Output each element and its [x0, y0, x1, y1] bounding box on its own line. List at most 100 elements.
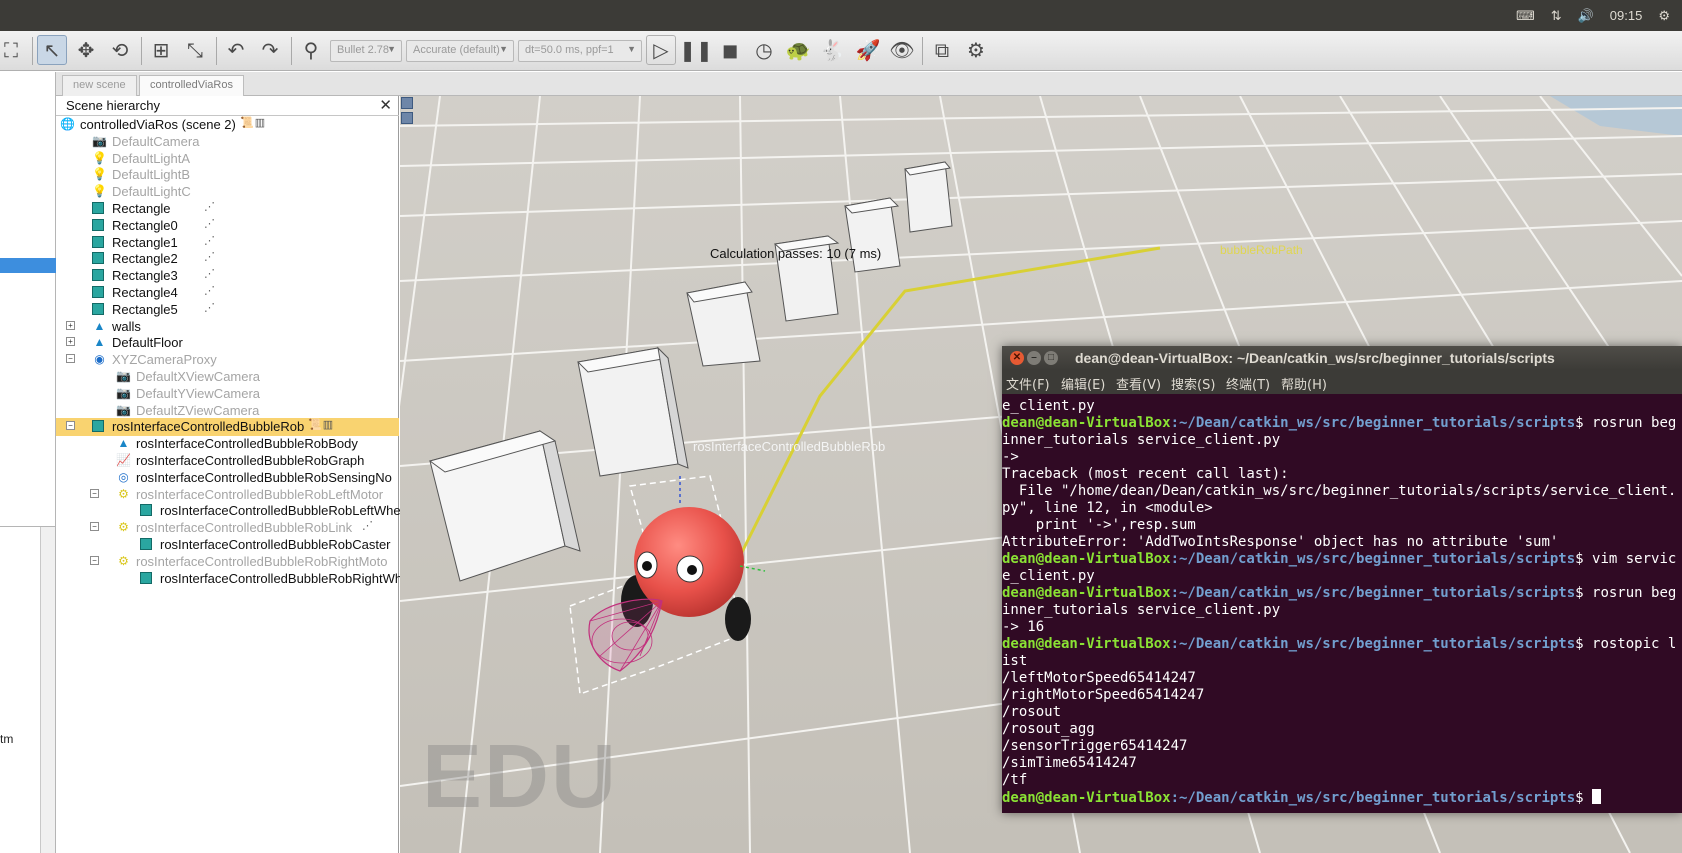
move-object-icon[interactable]: ✥ — [71, 35, 101, 65]
left-scrollbar[interactable] — [40, 527, 55, 853]
terminal-output-line: inner_tutorials service_client.py — [1002, 602, 1281, 618]
tree-item[interactable]: 📷 DefaultYViewCamera — [56, 385, 399, 403]
tree-item[interactable]: rosInterfaceControlledBubbleRobRightWh — [56, 570, 402, 588]
menu-view[interactable]: 查看(V) — [1116, 374, 1161, 393]
tree-item[interactable]: + ▲ walls — [56, 318, 399, 336]
tab-new-scene[interactable]: new scene — [62, 75, 137, 96]
keyboard-icon[interactable]: ⌨ — [1516, 8, 1535, 24]
menu-file[interactable]: 文件(F) — [1006, 374, 1050, 393]
assemble-icon[interactable]: ⊞ — [146, 35, 176, 65]
collapse-icon[interactable]: − — [66, 421, 75, 431]
tree-item[interactable]: − ⚙ rosInterfaceControlledBubbleRobRightMo… — [56, 553, 399, 571]
faster-rabbit-icon[interactable]: 🐇 — [817, 35, 847, 65]
collapse-icon[interactable]: − — [66, 354, 75, 364]
play-icon[interactable]: ▷ — [646, 35, 676, 65]
tree-item[interactable]: 💡 DefaultLightC — [56, 183, 399, 201]
page-selector-icon[interactable]: ⧉ — [927, 35, 957, 65]
tree-item[interactable]: 📷 DefaultXViewCamera — [56, 368, 399, 386]
child-script-icon[interactable]: ⋰ — [204, 301, 215, 314]
tree-item[interactable]: − ⚙ rosInterfaceControlledBubbleRobLeftMot… — [56, 486, 399, 504]
tree-item[interactable]: Rectangle0 ⋰ — [56, 217, 399, 235]
menu-terminal[interactable]: 终端(T) — [1226, 374, 1270, 393]
close-icon[interactable]: ✕ — [1010, 351, 1024, 365]
tree-item[interactable]: ◎ rosInterfaceControlledBubbleRobSensingN… — [56, 469, 399, 487]
slower-turtle-icon[interactable]: 🐢 — [783, 35, 813, 65]
collapse-icon[interactable]: − — [90, 488, 99, 498]
terminal-output[interactable]: e_client.py dean@dean-VirtualBox:~/Dean/c… — [1002, 398, 1682, 813]
network-arrows-icon[interactable]: ⇅ — [1551, 8, 1562, 24]
rotate-object-icon[interactable]: ⟲ — [105, 35, 135, 65]
collapse-icon[interactable]: − — [90, 555, 99, 565]
left-selected-row[interactable] — [0, 258, 56, 273]
tree-item[interactable]: Rectangle1 ⋰ — [56, 234, 399, 252]
threaded-rocket-icon[interactable]: 🚀 — [853, 35, 883, 65]
volume-icon[interactable]: 🔊 — [1578, 8, 1594, 24]
fit-view-icon[interactable]: ⛶ — [0, 35, 26, 65]
collapse-icon[interactable]: − — [90, 522, 99, 532]
script-icon[interactable]: 📜 ▥ — [308, 418, 333, 431]
tree-item[interactable]: rosInterfaceControlledBubbleRobCaster — [56, 536, 399, 554]
menu-search[interactable]: 搜索(S) — [1171, 374, 1215, 393]
transfer-dna-icon[interactable]: ⤡ — [180, 35, 210, 65]
select-cursor-icon[interactable]: ↖ — [37, 35, 67, 65]
menu-edit[interactable]: 编辑(E) — [1061, 374, 1105, 393]
tab-controlled-via-ros[interactable]: controlledViaRos — [139, 75, 244, 96]
child-script-icon[interactable]: ⋰ — [204, 200, 215, 213]
tree-item[interactable]: rosInterfaceControlledBubbleRobLeftWhe — [56, 502, 401, 520]
tree-item[interactable]: Rectangle2 ⋰ — [56, 250, 399, 268]
clock[interactable]: 09:15 — [1610, 8, 1643, 23]
tree-item[interactable]: Rectangle3 ⋰ — [56, 267, 399, 285]
expand-icon[interactable]: + — [66, 320, 75, 330]
child-script-icon[interactable]: ⋰ — [204, 284, 215, 297]
tree-item[interactable]: + ▲ DefaultFloor — [56, 334, 399, 352]
realtime-clock-icon[interactable]: ◷ — [749, 35, 779, 65]
undo-icon[interactable]: ↶ — [221, 35, 251, 65]
physics-engine-select[interactable]: Bullet 2.78 ▼ — [330, 40, 402, 62]
tree-item[interactable]: − rosInterfaceControlledBubbleRob 📜 ▥ — [56, 418, 399, 437]
tree-item[interactable]: − ⚙ rosInterfaceControlledBubbleRobLink ⋰ — [56, 519, 399, 537]
tree-item[interactable]: 💡 DefaultLightA — [56, 150, 399, 168]
maximize-icon[interactable]: □ — [1044, 351, 1058, 365]
child-script-icon[interactable]: ⋰ — [204, 250, 215, 263]
child-script-icon[interactable]: ⋰ — [204, 217, 215, 230]
accuracy-select[interactable]: Accurate (default) ▼ — [406, 40, 514, 62]
child-script-icon[interactable]: ⋰ — [362, 519, 373, 532]
terminal-output-line: /rosout — [1002, 704, 1062, 720]
pause-icon[interactable]: ❚❚ — [679, 35, 713, 65]
tree-item[interactable]: Rectangle4 ⋰ — [56, 284, 399, 302]
scene-tab-bar: new scene controlledViaRos — [56, 72, 1682, 96]
minimize-icon[interactable]: – — [1027, 351, 1041, 365]
close-icon[interactable]: ✕ — [379, 96, 392, 114]
toolbar-separator — [32, 37, 33, 65]
stop-icon[interactable]: ◼ — [715, 35, 745, 65]
visualization-eye-icon[interactable]: 👁 — [887, 35, 917, 65]
tree-item[interactable]: Rectangle5 ⋰ — [56, 301, 399, 319]
viewport-button[interactable] — [401, 112, 413, 124]
child-script-icon[interactable]: ⋰ — [204, 267, 215, 280]
terminal-window[interactable]: ✕ – □ dean@dean-VirtualBox: ~/Dean/catki… — [1002, 346, 1682, 813]
menu-help[interactable]: 帮助(H) — [1281, 374, 1327, 393]
tree-item[interactable]: − ◉ XYZCameraProxy — [56, 351, 399, 369]
expand-icon[interactable]: + — [66, 337, 75, 347]
tree-item[interactable]: ▲ rosInterfaceControlledBubbleRobBody — [56, 435, 399, 453]
dynamics-toggle-icon[interactable]: ⚲ — [296, 35, 326, 65]
tree-item[interactable]: 📷 DefaultZViewCamera — [56, 402, 399, 420]
terminal-output-line: Traceback (most recent call last): — [1002, 466, 1289, 482]
tree-root-scene[interactable]: 🌐 controlledViaRos (scene 2) 📜 ▥ — [56, 116, 399, 134]
tree-item[interactable]: Rectangle ⋰ — [56, 200, 399, 218]
globe-icon: 🌐 — [60, 117, 75, 131]
terminal-titlebar[interactable]: ✕ – □ dean@dean-VirtualBox: ~/Dean/catki… — [1002, 346, 1682, 370]
child-script-icon[interactable]: ⋰ — [204, 234, 215, 247]
scene-selector-icon[interactable]: ⚙ — [961, 35, 991, 65]
script-icon[interactable]: 📜 ▥ — [240, 116, 265, 129]
camera-icon: 📷 — [116, 402, 131, 417]
redo-icon[interactable]: ↷ — [255, 35, 285, 65]
cuboid-icon — [92, 286, 104, 298]
timestep-select[interactable]: dt=50.0 ms, ppf=1 ▼ — [518, 40, 642, 62]
tree-item[interactable]: 💡 DefaultLightB — [56, 166, 399, 184]
tree-item[interactable]: 📈 rosInterfaceControlledBubbleRobGraph — [56, 452, 399, 470]
prompt-user: dean@dean-VirtualBox — [1002, 636, 1171, 652]
gear-icon[interactable]: ⚙ — [1658, 8, 1670, 24]
tree-item[interactable]: 📷 DefaultCamera — [56, 133, 399, 151]
viewport-button[interactable] — [401, 97, 413, 109]
